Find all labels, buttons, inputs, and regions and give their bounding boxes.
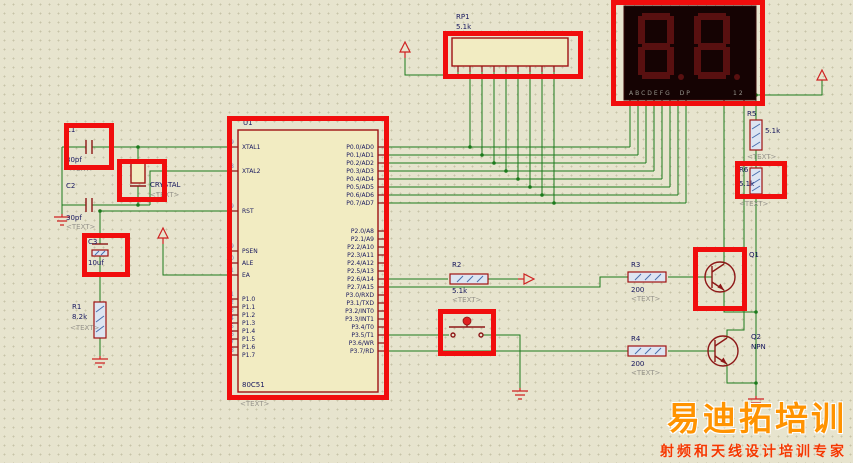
annotation-box-display	[611, 0, 765, 106]
r4-ref: R4	[631, 335, 641, 343]
q1-ref: Q1	[749, 251, 759, 259]
r5-value: 5.1k	[765, 127, 781, 135]
c2-value: 30pf	[66, 214, 82, 222]
annotation-box-c1	[64, 123, 114, 170]
r4-text: <TEXT>	[631, 369, 661, 377]
u1-text: <TEXT>	[240, 400, 270, 408]
r6-text: <TEXT>	[739, 200, 769, 208]
r3-text: <TEXT>	[631, 295, 661, 303]
watermark-subtitle: 射频和天线设计培训专家	[660, 444, 847, 460]
c2-ref: C2	[66, 182, 76, 190]
watermark: 易迪拓培训 射频和天线设计培训专家	[660, 392, 847, 461]
annotation-box-r6	[735, 161, 787, 199]
rp1-value: 5.1k	[456, 23, 472, 31]
c2-text: <TEXT>	[66, 223, 96, 231]
annotation-box-crystal	[117, 159, 167, 202]
capacitor-c2[interactable]	[85, 198, 93, 212]
r4-value: 200	[631, 360, 645, 368]
r1-ref: R1	[72, 303, 82, 311]
r5-ref: R5	[747, 110, 757, 118]
r1-text: <TEXT>	[70, 324, 100, 332]
r2-value: 5.1k	[452, 287, 468, 295]
annotation-box-c3	[82, 233, 130, 277]
watermark-title: 易迪拓培训	[667, 399, 847, 438]
annotation-box-q1	[693, 247, 747, 311]
resistor-r1[interactable]	[93, 301, 107, 339]
resistor-r4[interactable]	[627, 345, 667, 357]
r5-text: <TEXT>	[747, 153, 777, 161]
ground-symbol[interactable]	[54, 214, 764, 408]
resistor-r5[interactable]	[749, 119, 763, 151]
resistor-r3[interactable]	[627, 271, 667, 283]
annotation-box-u1	[227, 116, 389, 400]
r3-ref: R3	[631, 261, 641, 269]
schematic-sheet: U1 80C51 <TEXT> 19 18 9 29 30 31 1 2 3 4…	[0, 0, 853, 463]
resistor-r2[interactable]	[449, 273, 489, 285]
rp1-ref: RP1	[456, 13, 470, 21]
annotation-box-button	[438, 309, 496, 356]
q2-ref: Q2	[751, 333, 761, 341]
r1-value: 8.2k	[72, 313, 88, 321]
q2-type: NPN	[751, 343, 766, 351]
r3-value: 200	[631, 286, 645, 294]
r2-text: <TEXT>	[452, 296, 482, 304]
r2-ref: R2	[452, 261, 462, 269]
annotation-box-rp1	[443, 31, 583, 79]
